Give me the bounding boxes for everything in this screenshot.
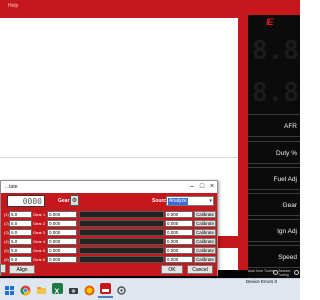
source-value: Analyze [168, 198, 188, 205]
frame-divider-right [238, 15, 248, 278]
segment-display-1: 8.8 [252, 36, 299, 66]
mode-session[interactable]: Session Tuning [278, 269, 300, 277]
dialog-title: ...tate [5, 184, 18, 190]
gear-value-input[interactable]: 0.000 [47, 229, 77, 236]
ok-button[interactable]: OK [161, 265, 183, 274]
gear-name: Gear 1 [33, 212, 46, 217]
level-bar [79, 247, 164, 254]
calibrate-button[interactable]: Calibrate [194, 247, 216, 254]
gauge-ign-adj[interactable]: Ign Adj [248, 219, 300, 242]
level-bar [79, 229, 164, 236]
gauge-afr[interactable]: AFR [248, 114, 300, 137]
gear-value-input[interactable]: 0.000 [47, 256, 77, 263]
calibration-dialog: ...tate – □ × 0000 Gear ⚙ Source Analyze… [0, 180, 218, 276]
level-bar [79, 238, 164, 245]
table-row: (2) 5.0 Gear 2 0.000 0.000 Calibrate [1, 219, 217, 228]
maximize-icon[interactable]: □ [197, 182, 207, 192]
gear-value-input[interactable]: 0.000 [47, 220, 77, 227]
settings-icon[interactable] [116, 283, 127, 295]
gear-label: Gear [58, 198, 70, 204]
windows-start-icon[interactable] [4, 283, 15, 295]
active-app-indicator [98, 296, 113, 298]
gauge-speed[interactable]: Speed [248, 245, 300, 268]
gear-name: Gear 5 [33, 248, 46, 253]
calibrate-button[interactable]: Calibrate [194, 211, 216, 218]
table-row: (3) 5.0 Gear 3 0.000 0.000 Calibrate [1, 228, 217, 237]
level-bar [79, 220, 164, 227]
calibrate-button[interactable]: Calibrate [194, 238, 216, 245]
table-row: (4) 5.0 Gear 4 0.000 0.000 Calibrate [1, 237, 217, 246]
file-explorer-icon[interactable] [36, 283, 47, 294]
table-row: (6) 5.0 Gear 6 0.000 0.000 Calibrate [1, 255, 217, 264]
gear-settings-button[interactable]: ⚙ [70, 195, 79, 206]
gear-value-input[interactable]: 0.000 [47, 247, 77, 254]
gauge-fuel-adj[interactable]: Fuel Adj [248, 167, 300, 190]
camera-app-icon[interactable] [68, 283, 79, 294]
gear-table: (1) 5.0 Gear 1 0.000 0.000 Calibrate (2)… [1, 210, 217, 264]
mode-session-label: Session Tuning [278, 269, 291, 277]
calibrate-button[interactable]: Calibrate [194, 256, 216, 263]
excel-icon[interactable]: X [52, 283, 63, 296]
counter-display: 0000 [7, 195, 45, 207]
level-bar [79, 256, 164, 263]
gauge-gear[interactable]: Gear [248, 193, 300, 216]
calibrate-button[interactable]: Calibrate [194, 229, 216, 236]
cancel-button[interactable]: Cancel [187, 265, 213, 274]
table-row: (1) 5.0 Gear 1 0.000 0.000 Calibrate [1, 210, 217, 219]
calibrated-value-input[interactable]: 0.000 [165, 256, 193, 263]
svg-text:X: X [55, 289, 60, 296]
brand-logo: IE [266, 17, 274, 27]
ratio-input[interactable]: 5.0 [9, 247, 32, 254]
level-bar [79, 211, 164, 218]
mode-autotune-label: AutoTune Tuning [248, 269, 275, 273]
calibrated-value-input[interactable]: 0.000 [165, 220, 193, 227]
segment-display-2: 8.8 [252, 78, 299, 108]
gear-value-input[interactable]: 0.000 [47, 238, 77, 245]
ratio-input[interactable]: 5.0 [9, 229, 32, 236]
mode-autotune[interactable]: AutoTune Tuning [248, 269, 278, 275]
firefox-icon[interactable] [84, 283, 95, 296]
chrome-icon[interactable] [20, 283, 31, 296]
gear-icon: ⚙ [71, 198, 78, 204]
close-icon[interactable]: × [207, 182, 217, 192]
source-select[interactable]: Analyze ▾ [166, 196, 214, 206]
calibrate-button[interactable]: Calibrate [194, 220, 216, 227]
menu-help[interactable]: Help [8, 3, 18, 9]
ratio-input[interactable]: 5.0 [9, 211, 32, 218]
tuning-app-icon[interactable] [100, 283, 111, 294]
mode-row: AutoTune Tuning Session Tuning [248, 268, 300, 277]
left-edge-button[interactable] [0, 264, 6, 273]
calibrated-value-input[interactable]: 0.000 [165, 211, 193, 218]
chevron-down-icon: ▾ [209, 198, 212, 204]
device-status-text: Device Errors 0 [246, 279, 278, 284]
radio-icon [294, 270, 299, 275]
gear-name: Gear 6 [33, 257, 46, 262]
calibrated-value-input[interactable]: 0.000 [165, 229, 193, 236]
ratio-input[interactable]: 5.0 [9, 256, 32, 263]
calibrated-value-input[interactable]: 0.000 [165, 238, 193, 245]
gauge-duty[interactable]: Duty % [248, 141, 300, 164]
align-button[interactable]: Align [9, 265, 35, 274]
ratio-input[interactable]: 5.0 [9, 238, 32, 245]
gear-name: Gear 3 [33, 230, 46, 235]
calibrated-value-input[interactable]: 0.000 [165, 247, 193, 254]
gear-name: Gear 2 [33, 221, 46, 226]
gear-name: Gear 4 [33, 239, 46, 244]
minimize-icon[interactable]: – [187, 182, 197, 192]
ratio-input[interactable]: 5.0 [9, 220, 32, 227]
dialog-titlebar[interactable]: ...tate – □ × [1, 181, 217, 193]
menu-bar: Help [0, 0, 300, 15]
table-row: (5) 5.0 Gear 5 0.000 0.000 Calibrate [1, 246, 217, 255]
plot-area[interactable] [0, 18, 238, 158]
gear-value-input[interactable]: 0.000 [47, 211, 77, 218]
screen: Help IE 8.8 8.8 AFR Duty % Fuel Adj Gear… [0, 0, 300, 300]
